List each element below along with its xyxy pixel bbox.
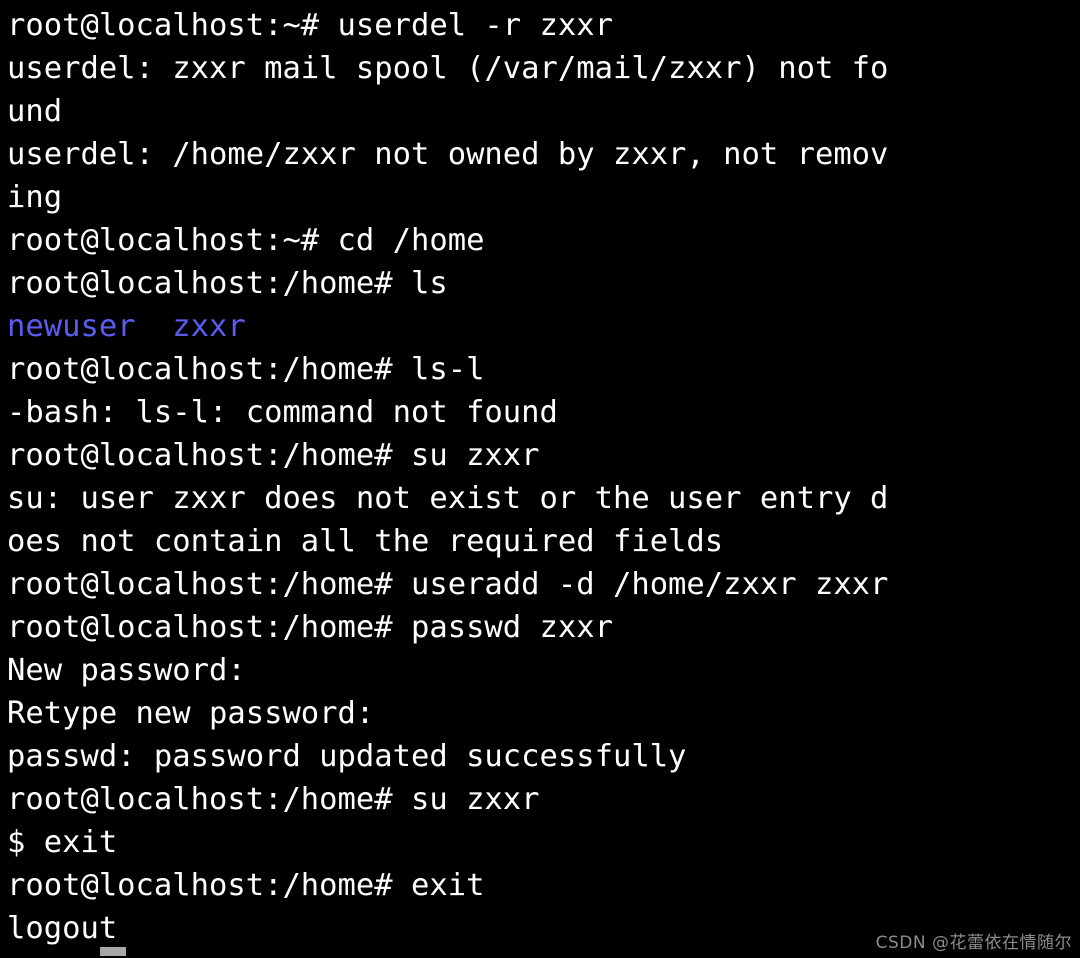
watermark-label: CSDN @花蕾依在情随尔 <box>875 933 1072 953</box>
terminal-line: root@localhost:~# userdel -r zxxr <box>7 8 613 43</box>
terminal-line: root@localhost:/home# exit <box>7 868 485 903</box>
terminal-line: root@localhost:/home# useradd -d /home/z… <box>7 567 889 602</box>
terminal-line: userdel: /home/zxxr not owned by zxxr, n… <box>7 137 889 172</box>
terminal-line: root@localhost:~# cd /home <box>7 223 485 258</box>
terminal-line: passwd: password updated successfully <box>7 739 687 774</box>
terminal-line: und <box>7 94 63 129</box>
terminal-line: root@localhost:/home# ls <box>7 266 448 301</box>
terminal-line: Retype new password: <box>7 696 375 731</box>
terminal-line: ing <box>7 180 63 215</box>
terminal-line: root@localhost:/home# passwd zxxr <box>7 610 613 645</box>
terminal-line: userdel: zxxr mail spool (/var/mail/zxxr… <box>7 51 889 86</box>
terminal-line: root@localhost:/home# su zxxr <box>7 438 540 473</box>
terminal-line: newuser zxxr <box>7 309 246 344</box>
terminal-line: oes not contain all the required fields <box>7 524 724 559</box>
terminal-line: $ exit <box>7 825 118 860</box>
terminal-line: New password: <box>7 653 246 688</box>
terminal-line: root@localhost:/home# su zxxr <box>7 782 540 817</box>
terminal-output: root@localhost:~# userdel -r zxxr userdel… <box>7 4 1080 950</box>
terminal-window[interactable]: root@localhost:~# userdel -r zxxr userdel… <box>0 0 1080 958</box>
terminal-cursor <box>100 947 126 956</box>
terminal-line: -bash: ls-l: command not found <box>7 395 558 430</box>
terminal-line: su: user zxxr does not exist or the user… <box>7 481 889 516</box>
terminal-line: root@localhost:/home# ls-l <box>7 352 485 387</box>
